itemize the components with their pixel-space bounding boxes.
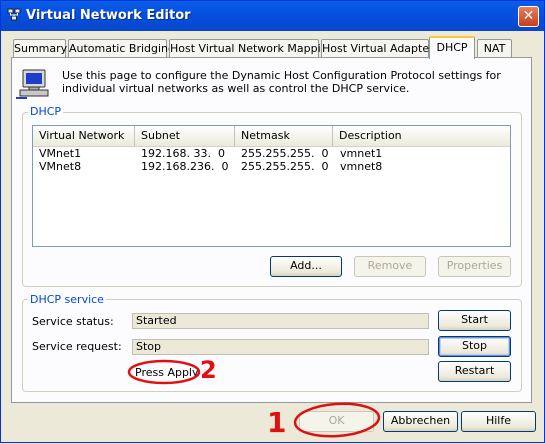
column-header-netmask[interactable]: Netmask bbox=[235, 126, 333, 146]
tab-host-virtual-network-mapping[interactable]: Host Virtual Network Mapping bbox=[169, 39, 335, 57]
tab-summary[interactable]: Summary bbox=[13, 39, 67, 57]
column-header-virtual-network[interactable]: Virtual Network bbox=[33, 126, 135, 146]
service-request-label: Service request: bbox=[32, 340, 122, 353]
add-button[interactable]: Add... bbox=[270, 256, 342, 277]
list-item[interactable]: VMnet1 192.168. 33. 0 255.255.255. 0 vmn… bbox=[33, 148, 510, 160]
window-title: Virtual Network Editor bbox=[26, 8, 191, 23]
info-text: Use this page to configure the Dynamic H… bbox=[62, 69, 501, 95]
dhcp-network-list[interactable]: Virtual Network Subnet Netmask Descripti… bbox=[32, 125, 511, 247]
column-header-description[interactable]: Description bbox=[333, 126, 510, 146]
ok-button[interactable]: OK bbox=[299, 411, 374, 432]
cell-description: vmnet1 bbox=[340, 147, 383, 160]
tab-nat[interactable]: NAT bbox=[477, 39, 512, 57]
tab-dhcp[interactable]: DHCP bbox=[429, 36, 475, 59]
stop-button[interactable]: Stop bbox=[438, 336, 511, 357]
network-computer-icon bbox=[16, 69, 49, 99]
annotation-number-one: 1 bbox=[267, 406, 287, 439]
list-header: Virtual Network Subnet Netmask Descripti… bbox=[33, 126, 510, 147]
press-apply-text: Press Apply bbox=[135, 366, 199, 379]
restart-button[interactable]: Restart bbox=[438, 361, 511, 382]
cell-virtual-network: VMnet8 bbox=[39, 160, 82, 173]
close-icon: ✕ bbox=[522, 8, 535, 24]
cell-netmask: 255.255.255. 0 bbox=[241, 147, 329, 160]
dhcp-service-group-label: DHCP service bbox=[28, 293, 106, 306]
title-bar[interactable]: Virtual Network Editor ✕ bbox=[1, 1, 544, 31]
network-app-icon bbox=[7, 8, 21, 21]
dhcp-group-label: DHCP bbox=[28, 105, 64, 118]
tab-automatic-bridging[interactable]: Automatic Bridging bbox=[68, 39, 175, 57]
virtual-network-editor-window: Virtual Network Editor ✕ Summary Automat… bbox=[0, 0, 545, 443]
cell-netmask: 255.255.255. 0 bbox=[241, 160, 329, 173]
cell-subnet: 192.168.236. 0 bbox=[141, 160, 229, 173]
cancel-button[interactable]: Abbrechen bbox=[383, 411, 458, 432]
start-button[interactable]: Start bbox=[438, 310, 511, 331]
service-status-field: Started bbox=[132, 313, 429, 329]
tab-host-virtual-adapters[interactable]: Host Virtual Adapters bbox=[321, 39, 439, 57]
annotation-number-two: 2 bbox=[200, 356, 217, 384]
service-request-field: Stop bbox=[132, 339, 429, 355]
cell-subnet: 192.168. 33. 0 bbox=[141, 147, 225, 160]
cell-virtual-network: VMnet1 bbox=[39, 147, 82, 160]
properties-button[interactable]: Properties bbox=[438, 256, 511, 277]
remove-button[interactable]: Remove bbox=[354, 256, 426, 277]
column-header-subnet[interactable]: Subnet bbox=[135, 126, 235, 146]
list-item[interactable]: VMnet8 192.168.236. 0 255.255.255. 0 vmn… bbox=[33, 161, 510, 173]
cell-description: vmnet8 bbox=[340, 160, 383, 173]
service-status-label: Service status: bbox=[32, 315, 114, 328]
help-button[interactable]: Hilfe bbox=[461, 411, 536, 432]
close-button[interactable]: ✕ bbox=[518, 6, 539, 27]
